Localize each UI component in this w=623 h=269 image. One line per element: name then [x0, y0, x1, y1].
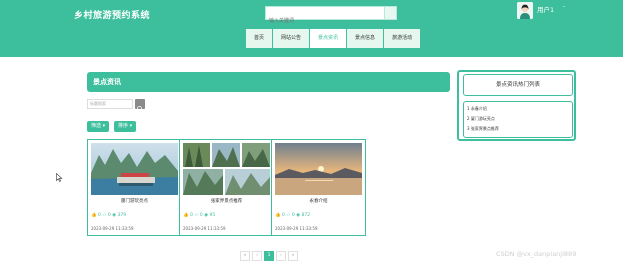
news-card[interactable]: 厦门游玩亮点 👍 0 ☆ 0 ◉ 379 2023-09-29 11:33:59: [87, 139, 182, 236]
star-icon: ☆: [194, 213, 199, 218]
keyword-search-input[interactable]: 标题搜索: [87, 99, 133, 109]
nav-scenic-info[interactable]: 景点信息: [346, 28, 385, 49]
main-nav: 首页 网站公告 景点资讯 景点信息 旅游活动: [245, 28, 422, 49]
fav-count: 0: [199, 213, 203, 218]
watermark: CSDN @vx_danpianji889: [496, 250, 577, 258]
page-1-button[interactable]: 1: [264, 251, 274, 261]
chevron-down-icon: ▾: [101, 123, 106, 129]
nav-announcements[interactable]: 网站公告: [272, 28, 311, 49]
thumbs-up-icon: 👍: [91, 213, 97, 218]
nav-home[interactable]: 首页: [245, 28, 274, 49]
search-button[interactable]: [384, 7, 396, 19]
card-stats: 👍 0 ☆ 0 ◉ 872: [275, 213, 310, 218]
fav-count: 0: [291, 213, 295, 218]
card-title: 张家界景点推荐: [210, 199, 243, 204]
search-icon: [137, 106, 144, 113]
sort-label: 排序: [118, 123, 129, 129]
filter-button[interactable]: 筛选 ▾: [87, 121, 110, 132]
card-stats: 👍 0 ☆ 0 ◉ 95: [183, 213, 215, 218]
page-title: 景点资讯: [87, 72, 450, 92]
mountain-collage-image: [183, 143, 270, 195]
like-count: 0: [282, 213, 285, 218]
card-image: [275, 143, 362, 195]
news-card[interactable]: 张家界景点推荐 👍 0 ☆ 0 ◉ 95 2023-09-29 11:33:59: [179, 139, 274, 236]
nav-tour-activities[interactable]: 旅游活动: [383, 28, 422, 49]
star-icon: ☆: [102, 213, 107, 218]
next-page-button[interactable]: ›: [276, 251, 286, 261]
card-image: [183, 143, 270, 195]
first-page-button[interactable]: «: [240, 251, 250, 261]
search-box: [265, 6, 397, 27]
fav-count: 0: [107, 213, 111, 218]
sort-button[interactable]: 排序 ▾: [114, 121, 137, 132]
username[interactable]: 用户1: [537, 4, 554, 14]
user-avatar-icon: [517, 2, 533, 19]
filter-label: 筛选: [91, 123, 102, 129]
hot-list: 1 永春介绍 2 厦门游玩亮点 3 张家界景点推荐: [463, 101, 573, 138]
view-count: 379: [117, 213, 127, 218]
chevron-down-icon: ▾: [128, 123, 133, 129]
last-page-button[interactable]: »: [288, 251, 298, 261]
thumbs-up-icon: 👍: [183, 213, 189, 218]
nav-scenic-news[interactable]: 景点资讯: [309, 28, 348, 49]
search-input[interactable]: [266, 15, 387, 27]
star-icon: ☆: [286, 213, 291, 218]
mouse-cursor-icon: [56, 173, 63, 182]
eye-icon: ◉: [296, 213, 301, 218]
karst-boat-scene-image: [91, 143, 178, 195]
hot-list-item[interactable]: 3 张家界景点推荐: [467, 126, 499, 132]
view-count: 95: [209, 213, 216, 218]
like-count: 0: [190, 213, 193, 218]
keyword-search-button[interactable]: [135, 99, 145, 113]
sunset-lake-image: [275, 143, 362, 195]
hot-list-title: 景点资讯热门列表: [463, 74, 573, 96]
hot-list-item[interactable]: 2 厦门游玩亮点: [467, 116, 495, 122]
thumbs-up-icon: 👍: [275, 213, 281, 218]
card-image: [91, 143, 178, 195]
header-scallop-edge: [0, 54, 623, 60]
card-stats: 👍 0 ☆ 0 ◉ 379: [91, 213, 126, 218]
card-title: 厦门游玩亮点: [121, 199, 148, 204]
card-date: 2023-09-29 11:33:59: [275, 226, 318, 231]
site-title: 乡村旅游预约系统: [74, 11, 151, 21]
card-date: 2023-09-29 11:33:59: [91, 226, 134, 231]
card-date: 2023-09-29 11:33:59: [183, 226, 226, 231]
eye-icon: ◉: [112, 213, 117, 218]
view-count: 872: [301, 213, 311, 218]
eye-icon: ◉: [204, 213, 209, 218]
avatar[interactable]: [517, 2, 533, 19]
hot-list-item[interactable]: 1 永春介绍: [467, 106, 487, 112]
card-title: 永春介绍: [309, 199, 328, 204]
like-count: 0: [98, 213, 101, 218]
news-card[interactable]: 永春介绍 👍 0 ☆ 0 ◉ 872 2023-09-29 11:33:59: [271, 139, 366, 236]
user-dropdown-caret[interactable]: -: [563, 3, 565, 10]
prev-page-button[interactable]: ‹: [252, 251, 262, 261]
